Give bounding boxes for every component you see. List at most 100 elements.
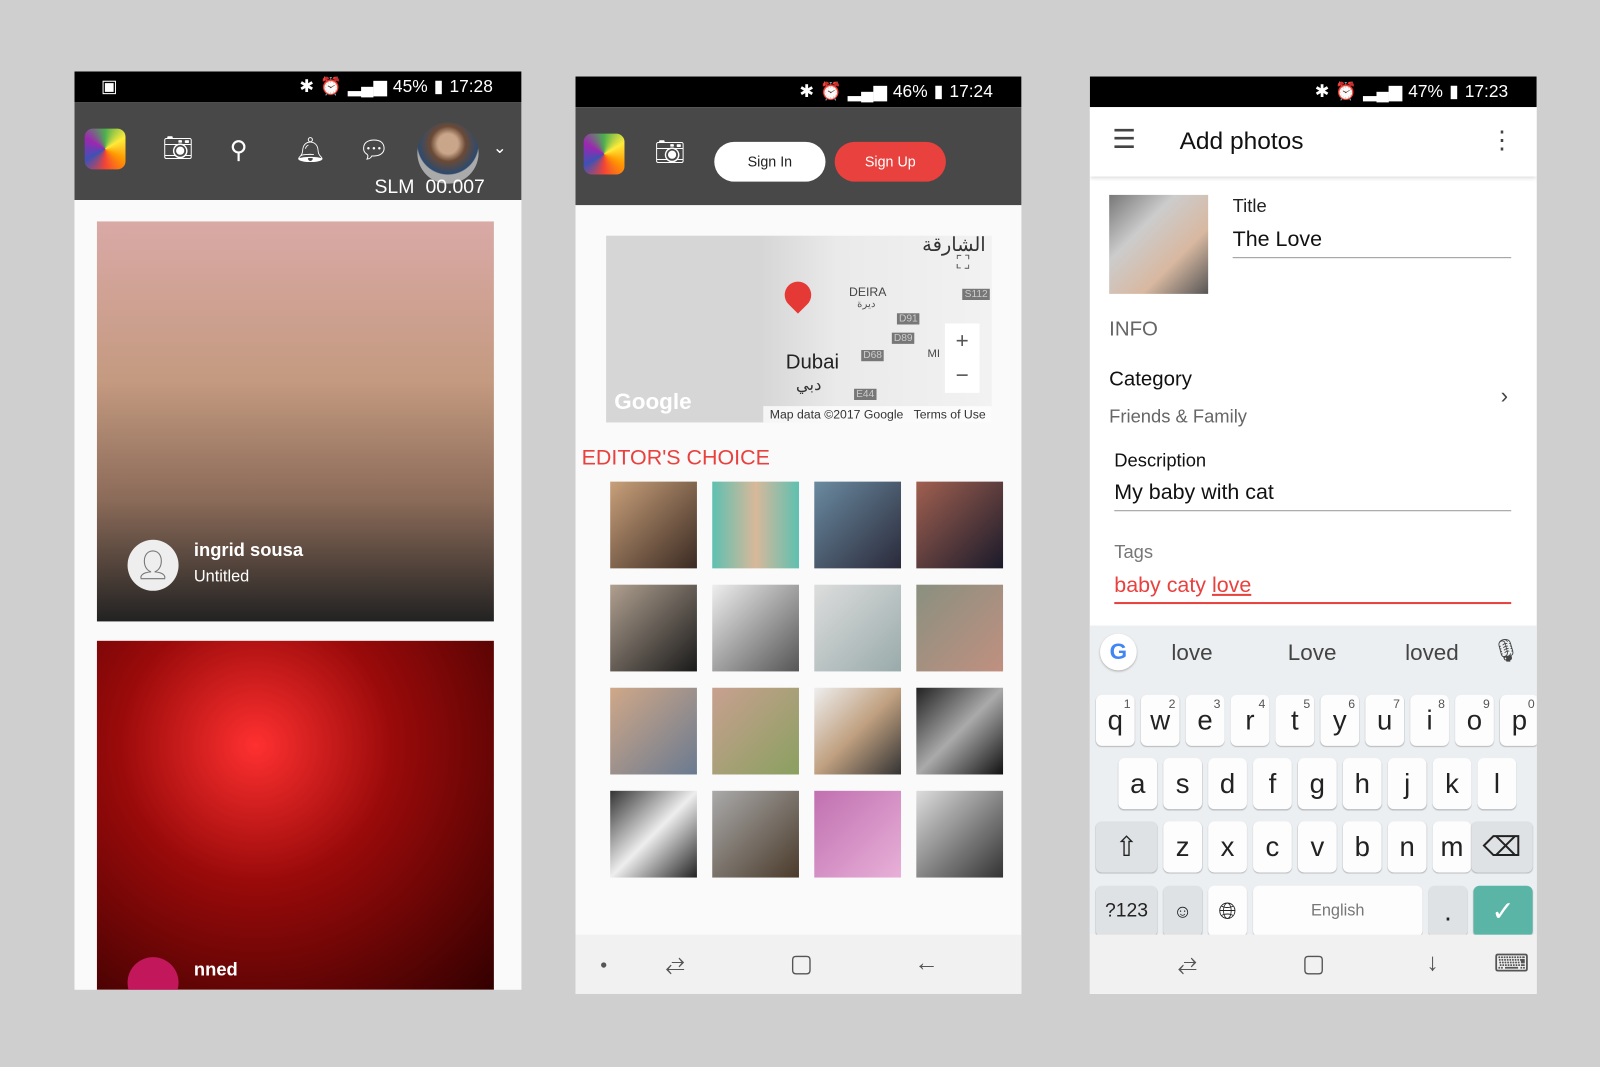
microphone-icon[interactable]: 🎙︎ <box>1492 638 1521 665</box>
battery-level: 46% <box>892 81 928 102</box>
key[interactable]: m <box>1432 821 1472 873</box>
more-options-icon[interactable]: ⋮ <box>1490 126 1514 156</box>
recents-icon[interactable]: ⥄ <box>1178 949 1198 978</box>
description-input[interactable]: My baby with cat <box>1114 481 1512 512</box>
post-card[interactable]: 👤︎ ingrid sousa Untitled <box>96 221 494 622</box>
sign-up-button[interactable]: Sign Up <box>834 141 946 182</box>
google-icon[interactable]: G <box>1099 633 1137 671</box>
shift-key[interactable]: ⇧ <box>1095 821 1158 873</box>
key[interactable]: q1 <box>1095 694 1135 746</box>
space-key[interactable]: English <box>1253 885 1423 937</box>
zoom-out-button[interactable]: − <box>944 358 980 393</box>
backspace-key[interactable]: ⌫ <box>1471 821 1533 873</box>
thumbnail[interactable] <box>814 584 902 672</box>
key[interactable]: w2 <box>1140 694 1180 746</box>
zoom-in-button[interactable]: + <box>944 323 980 359</box>
map[interactable]: الشارقة ⛶ DEIRA ديرة S112 D91 D89 D68 E4… <box>606 235 992 423</box>
title-input[interactable]: The Love <box>1232 228 1512 259</box>
post-user[interactable]: nned <box>194 959 238 980</box>
thumbnail[interactable] <box>712 790 799 878</box>
thumbnail[interactable] <box>712 584 799 672</box>
key[interactable]: h <box>1342 758 1382 810</box>
emoji-key[interactable]: ☺ <box>1163 885 1203 937</box>
key[interactable]: v <box>1297 821 1337 873</box>
key[interactable]: t5 <box>1275 694 1315 746</box>
category-row[interactable]: Category Friends & Family › <box>1090 362 1537 433</box>
app-logo[interactable] <box>84 128 126 170</box>
key[interactable]: z <box>1163 821 1203 873</box>
section-title: EDITOR'S CHOICE <box>581 445 770 470</box>
thumbnail[interactable] <box>814 790 902 878</box>
thumbnail[interactable] <box>610 584 697 672</box>
enter-key[interactable]: ✓ <box>1473 885 1533 937</box>
key[interactable]: i8 <box>1410 694 1449 746</box>
post-user[interactable]: ingrid sousa <box>194 540 303 561</box>
suggestion[interactable]: love <box>1171 640 1212 667</box>
key[interactable]: k <box>1432 758 1472 810</box>
search-icon[interactable]: ⚲ <box>230 138 248 163</box>
thumbnail[interactable] <box>916 481 1004 569</box>
key[interactable]: c <box>1253 821 1292 873</box>
camera-icon[interactable]: 📷︎ <box>654 140 685 165</box>
thumbnail[interactable] <box>814 481 902 569</box>
thumbnail[interactable] <box>712 687 799 775</box>
key[interactable]: a <box>1118 758 1158 810</box>
terms-link[interactable]: Terms of Use <box>914 407 986 421</box>
post-card[interactable]: nned <box>96 640 494 990</box>
key[interactable]: u7 <box>1365 694 1405 746</box>
keyboard-icon[interactable]: ⌨ <box>1494 949 1529 979</box>
thumbnail[interactable] <box>712 481 799 569</box>
period-key[interactable]: . <box>1428 885 1468 937</box>
thumbnail[interactable] <box>916 687 1004 775</box>
home-icon[interactable]: ▢ <box>790 949 813 979</box>
avatar[interactable] <box>417 122 479 184</box>
thumbnail[interactable] <box>916 584 1004 672</box>
thumbnail[interactable] <box>814 687 902 775</box>
key[interactable]: p0 <box>1499 694 1537 746</box>
chevron-down-icon[interactable]: ⌄ <box>493 140 507 157</box>
tags-input[interactable]: baby caty love <box>1114 573 1512 605</box>
key[interactable]: g <box>1297 758 1337 810</box>
key[interactable]: s <box>1163 758 1203 810</box>
recents-icon[interactable]: ⥄ <box>665 949 685 978</box>
map-pin-icon <box>779 276 817 314</box>
key[interactable]: b <box>1342 821 1382 873</box>
key[interactable]: l <box>1477 758 1517 810</box>
key[interactable]: e3 <box>1185 694 1225 746</box>
globe-icon[interactable]: 🌐︎ <box>1208 885 1247 937</box>
dot-icon[interactable]: ● <box>600 957 607 971</box>
key-hint: 0 <box>1527 696 1535 712</box>
bell-icon[interactable]: 🔔︎ <box>295 138 326 163</box>
key-label: j <box>1404 767 1411 799</box>
sign-in-button[interactable]: Sign In <box>714 141 826 182</box>
signal-icon: ▂▄▆ <box>1363 81 1403 102</box>
key[interactable]: r4 <box>1230 694 1270 746</box>
thumbnail[interactable] <box>916 790 1004 878</box>
menu-icon[interactable]: ☰ <box>1112 123 1136 155</box>
thumbnail[interactable] <box>610 790 697 878</box>
key[interactable]: y6 <box>1320 694 1360 746</box>
suggestion[interactable]: loved <box>1405 640 1459 667</box>
key[interactable]: j <box>1387 758 1427 810</box>
key[interactable]: n <box>1387 821 1427 873</box>
key[interactable]: f <box>1253 758 1292 810</box>
symbols-key[interactable]: ?123 <box>1095 885 1158 937</box>
suggestion[interactable]: Love <box>1288 640 1337 667</box>
key[interactable]: d <box>1208 758 1247 810</box>
key-label: English <box>1310 902 1365 920</box>
back-icon[interactable]: ← <box>914 949 938 978</box>
home-icon[interactable]: ▢ <box>1302 949 1325 979</box>
photo-preview[interactable] <box>1109 194 1209 294</box>
camera-icon[interactable]: 📷︎ <box>162 136 193 161</box>
key[interactable]: o9 <box>1455 694 1494 746</box>
fullscreen-icon[interactable]: ⛶ <box>957 252 970 273</box>
google-logo: Google <box>614 388 692 415</box>
app-logo[interactable] <box>583 133 625 175</box>
thumbnail[interactable] <box>610 481 697 569</box>
chat-icon[interactable]: 💬︎ <box>358 138 389 163</box>
key-label: g <box>1309 767 1326 799</box>
hide-keyboard-icon[interactable]: ↓ <box>1427 949 1439 978</box>
map-attribution: Map data ©2017 Google Terms of Use <box>763 406 992 423</box>
thumbnail[interactable] <box>610 687 697 775</box>
key[interactable]: x <box>1208 821 1247 873</box>
